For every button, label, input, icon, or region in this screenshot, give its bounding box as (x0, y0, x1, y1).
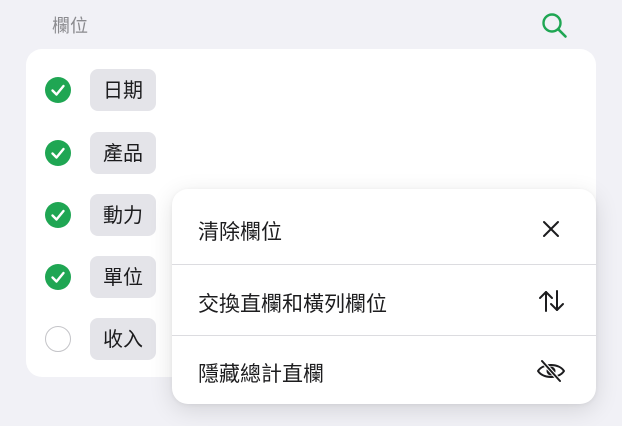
checkmark-icon (51, 84, 65, 96)
field-checkbox[interactable] (45, 202, 71, 228)
context-menu: 清除欄位 交換直欄和橫列欄位 隱藏總計直欄 (172, 189, 596, 404)
field-checkbox[interactable] (45, 77, 71, 103)
menu-item-swap-fields[interactable]: 交換直欄和橫列欄位 (172, 265, 596, 336)
eye-slash-icon (537, 359, 565, 383)
field-row-date: 日期 (26, 59, 596, 121)
field-checkbox[interactable] (45, 264, 71, 290)
checkmark-icon (51, 209, 65, 221)
menu-item-label: 交換直欄和橫列欄位 (198, 292, 387, 316)
section-title: 欄位 (52, 16, 88, 37)
pivot-fields-panel: 欄位 日期 產品 動力 單位 收入 清除欄位 交換直欄和橫列欄位 隱藏總計直欄 (0, 0, 622, 426)
field-chip-units[interactable]: 單位 (90, 256, 156, 298)
close-icon (543, 221, 559, 237)
field-row-product: 產品 (26, 122, 596, 184)
checkmark-icon (51, 271, 65, 283)
menu-item-label: 清除欄位 (198, 220, 282, 244)
menu-item-hide-totals[interactable]: 隱藏總計直欄 (172, 335, 596, 406)
field-chip-revenue[interactable]: 收入 (90, 318, 156, 360)
search-icon (542, 13, 567, 38)
search-button[interactable] (538, 10, 572, 42)
swap-arrows-icon (539, 290, 564, 312)
field-chip-power[interactable]: 動力 (90, 194, 156, 236)
menu-item-label: 隱藏總計直欄 (198, 362, 324, 386)
field-checkbox[interactable] (45, 326, 71, 352)
field-chip-product[interactable]: 產品 (90, 132, 156, 174)
checkmark-icon (51, 147, 65, 159)
field-chip-date[interactable]: 日期 (90, 69, 156, 111)
field-checkbox[interactable] (45, 140, 71, 166)
menu-item-clear-field[interactable]: 清除欄位 (172, 193, 596, 264)
